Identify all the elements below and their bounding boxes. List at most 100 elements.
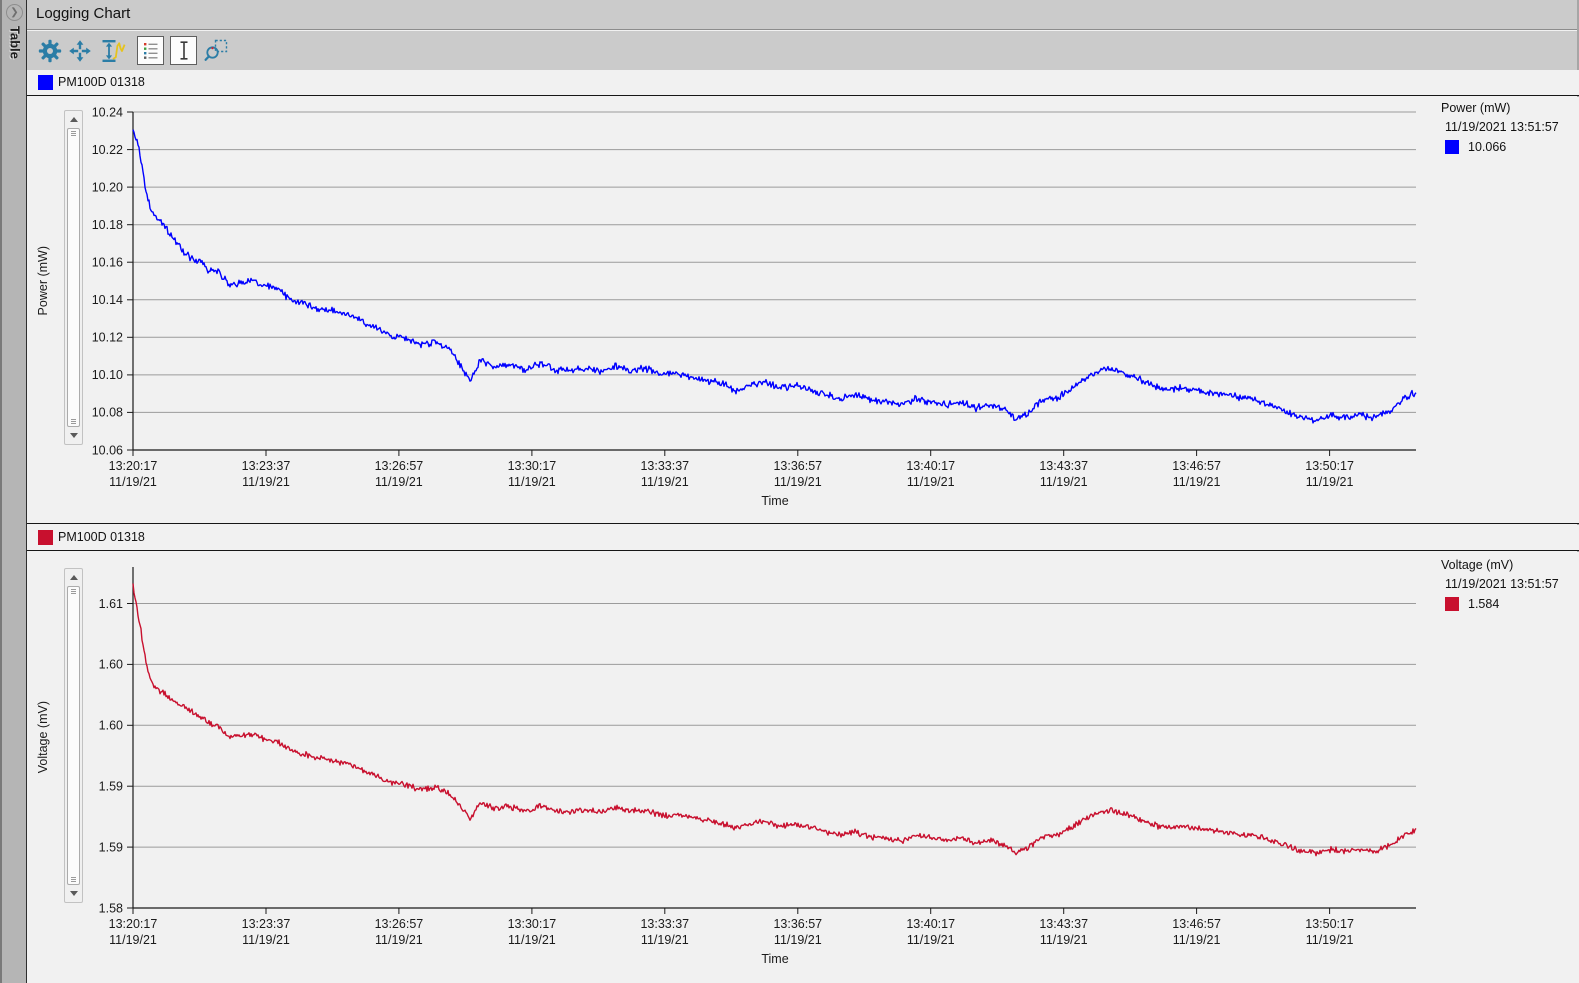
svg-text:13:23:37: 13:23:37 bbox=[242, 917, 291, 931]
svg-text:13:50:17: 13:50:17 bbox=[1305, 459, 1354, 473]
expand-panel-button[interactable]: ❯ bbox=[6, 4, 23, 21]
settings-gear-icon bbox=[38, 39, 62, 63]
svg-text:11/19/21: 11/19/21 bbox=[1173, 475, 1221, 489]
voltage-series-row[interactable]: PM100D 01318 bbox=[27, 525, 1579, 551]
svg-text:11/19/21: 11/19/21 bbox=[375, 933, 423, 947]
power-y-scrollbar[interactable] bbox=[64, 110, 83, 445]
svg-text:13:40:17: 13:40:17 bbox=[906, 459, 955, 473]
autoscale-button[interactable] bbox=[97, 37, 129, 65]
scroll-up-arrow-icon[interactable] bbox=[65, 112, 82, 127]
voltage-readout-timestamp: 11/19/2021 13:51:57 bbox=[1423, 575, 1579, 594]
power-chart-section: 10.2410.2210.2010.1810.1610.1410.1210.10… bbox=[27, 97, 1579, 524]
svg-text:1.59: 1.59 bbox=[99, 840, 123, 854]
voltage-series-label: PM100D 01318 bbox=[58, 530, 145, 544]
power-readout-swatch bbox=[1445, 140, 1459, 154]
voltage-series-swatch bbox=[38, 530, 53, 545]
svg-text:10.24: 10.24 bbox=[92, 105, 123, 119]
svg-text:11/19/21: 11/19/21 bbox=[242, 933, 290, 947]
svg-text:13:36:57: 13:36:57 bbox=[773, 917, 822, 931]
svg-text:11/19/21: 11/19/21 bbox=[641, 933, 689, 947]
chart-toolbar bbox=[27, 31, 1579, 70]
svg-text:13:40:17: 13:40:17 bbox=[906, 917, 955, 931]
svg-text:11/19/21: 11/19/21 bbox=[641, 475, 689, 489]
cursor-ibeam-icon bbox=[176, 40, 192, 61]
svg-text:11/19/21: 11/19/21 bbox=[907, 475, 955, 489]
settings-button[interactable] bbox=[37, 38, 63, 64]
voltage-scrollbar-thumb[interactable] bbox=[67, 586, 80, 885]
legend-list-icon bbox=[142, 41, 159, 60]
svg-text:13:46:57: 13:46:57 bbox=[1172, 917, 1221, 931]
scroll-down-arrow-icon[interactable] bbox=[65, 428, 82, 443]
svg-text:11/19/21: 11/19/21 bbox=[1040, 475, 1088, 489]
voltage-y-axis-title: Voltage (mV) bbox=[31, 567, 55, 908]
svg-text:10.06: 10.06 bbox=[92, 443, 123, 457]
svg-text:11/19/21: 11/19/21 bbox=[1306, 933, 1354, 947]
svg-text:11/19/21: 11/19/21 bbox=[774, 475, 822, 489]
svg-text:11/19/21: 11/19/21 bbox=[508, 933, 556, 947]
svg-text:13:43:37: 13:43:37 bbox=[1039, 917, 1088, 931]
svg-text:10.16: 10.16 bbox=[92, 256, 123, 270]
legend-toggle-button[interactable] bbox=[137, 36, 164, 65]
voltage-readout-swatch bbox=[1445, 597, 1459, 611]
svg-text:11/19/21: 11/19/21 bbox=[109, 933, 157, 947]
svg-text:10.18: 10.18 bbox=[92, 218, 123, 232]
scroll-down-arrow-icon[interactable] bbox=[65, 886, 82, 901]
svg-text:10.20: 10.20 bbox=[92, 180, 123, 194]
svg-text:1.60: 1.60 bbox=[99, 658, 123, 672]
svg-text:13:23:37: 13:23:37 bbox=[242, 459, 291, 473]
power-series-swatch bbox=[38, 75, 53, 90]
svg-text:13:36:57: 13:36:57 bbox=[773, 459, 822, 473]
voltage-chart-plot[interactable]: 1.611.601.601.591.591.5813:20:1711/19/21… bbox=[27, 552, 1579, 983]
svg-text:10.14: 10.14 bbox=[92, 293, 123, 307]
svg-text:13:26:57: 13:26:57 bbox=[375, 459, 424, 473]
svg-text:13:33:37: 13:33:37 bbox=[640, 459, 689, 473]
svg-text:13:30:17: 13:30:17 bbox=[508, 459, 557, 473]
voltage-readout-value: 1.584 bbox=[1468, 597, 1499, 611]
svg-text:10.08: 10.08 bbox=[92, 406, 123, 420]
svg-text:13:43:37: 13:43:37 bbox=[1039, 459, 1088, 473]
autoscale-vertical-icon bbox=[98, 38, 128, 64]
svg-text:13:33:37: 13:33:37 bbox=[640, 917, 689, 931]
svg-text:11/19/21: 11/19/21 bbox=[1173, 933, 1221, 947]
pan-button[interactable] bbox=[67, 38, 93, 64]
sidebar-tab-table[interactable]: Table bbox=[2, 26, 28, 96]
svg-text:13:46:57: 13:46:57 bbox=[1172, 459, 1221, 473]
power-chart-plot[interactable]: 10.2410.2210.2010.1810.1610.1410.1210.10… bbox=[27, 97, 1579, 523]
svg-text:11/19/21: 11/19/21 bbox=[242, 475, 290, 489]
title-bar: Logging Chart bbox=[27, 0, 1579, 30]
svg-text:11/19/21: 11/19/21 bbox=[907, 933, 955, 947]
svg-text:11/19/21: 11/19/21 bbox=[375, 475, 423, 489]
side-panel-strip: ❯ Table bbox=[0, 0, 26, 983]
power-series-row[interactable]: PM100D 01318 bbox=[27, 70, 1579, 96]
svg-text:13:30:17: 13:30:17 bbox=[508, 917, 557, 931]
page-title: Logging Chart bbox=[36, 5, 130, 22]
power-readout-timestamp: 11/19/2021 13:51:57 bbox=[1423, 118, 1579, 137]
svg-text:13:26:57: 13:26:57 bbox=[375, 917, 424, 931]
voltage-chart-section: 1.611.601.601.591.591.5813:20:1711/19/21… bbox=[27, 552, 1579, 983]
scroll-up-arrow-icon[interactable] bbox=[65, 570, 82, 585]
svg-text:1.59: 1.59 bbox=[99, 780, 123, 794]
power-y-axis-title: Power (mW) bbox=[31, 112, 55, 450]
power-scrollbar-thumb[interactable] bbox=[67, 128, 80, 427]
voltage-readout-title: Voltage (mV) bbox=[1423, 556, 1579, 575]
chevron-right-icon: ❯ bbox=[10, 7, 18, 18]
voltage-readout: Voltage (mV) 11/19/2021 13:51:57 1.584 bbox=[1423, 556, 1579, 614]
svg-text:11/19/21: 11/19/21 bbox=[1306, 475, 1354, 489]
voltage-y-scrollbar[interactable] bbox=[64, 568, 83, 903]
svg-text:11/19/21: 11/19/21 bbox=[774, 933, 822, 947]
svg-text:13:20:17: 13:20:17 bbox=[109, 917, 158, 931]
cursor-toggle-button[interactable] bbox=[170, 36, 197, 65]
svg-text:13:50:17: 13:50:17 bbox=[1305, 917, 1354, 931]
svg-text:13:20:17: 13:20:17 bbox=[109, 459, 158, 473]
power-series-label: PM100D 01318 bbox=[58, 75, 145, 89]
pan-move-icon bbox=[68, 39, 92, 63]
power-readout-title: Power (mW) bbox=[1423, 99, 1579, 118]
svg-text:1.60: 1.60 bbox=[99, 719, 123, 733]
power-readout-value: 10.066 bbox=[1468, 140, 1506, 154]
power-readout: Power (mW) 11/19/2021 13:51:57 10.066 bbox=[1423, 99, 1579, 157]
svg-text:10.22: 10.22 bbox=[92, 143, 123, 157]
svg-text:1.58: 1.58 bbox=[99, 901, 123, 915]
svg-text:10.12: 10.12 bbox=[92, 331, 123, 345]
zoom-selection-button[interactable] bbox=[202, 37, 230, 65]
svg-text:11/19/21: 11/19/21 bbox=[109, 475, 157, 489]
